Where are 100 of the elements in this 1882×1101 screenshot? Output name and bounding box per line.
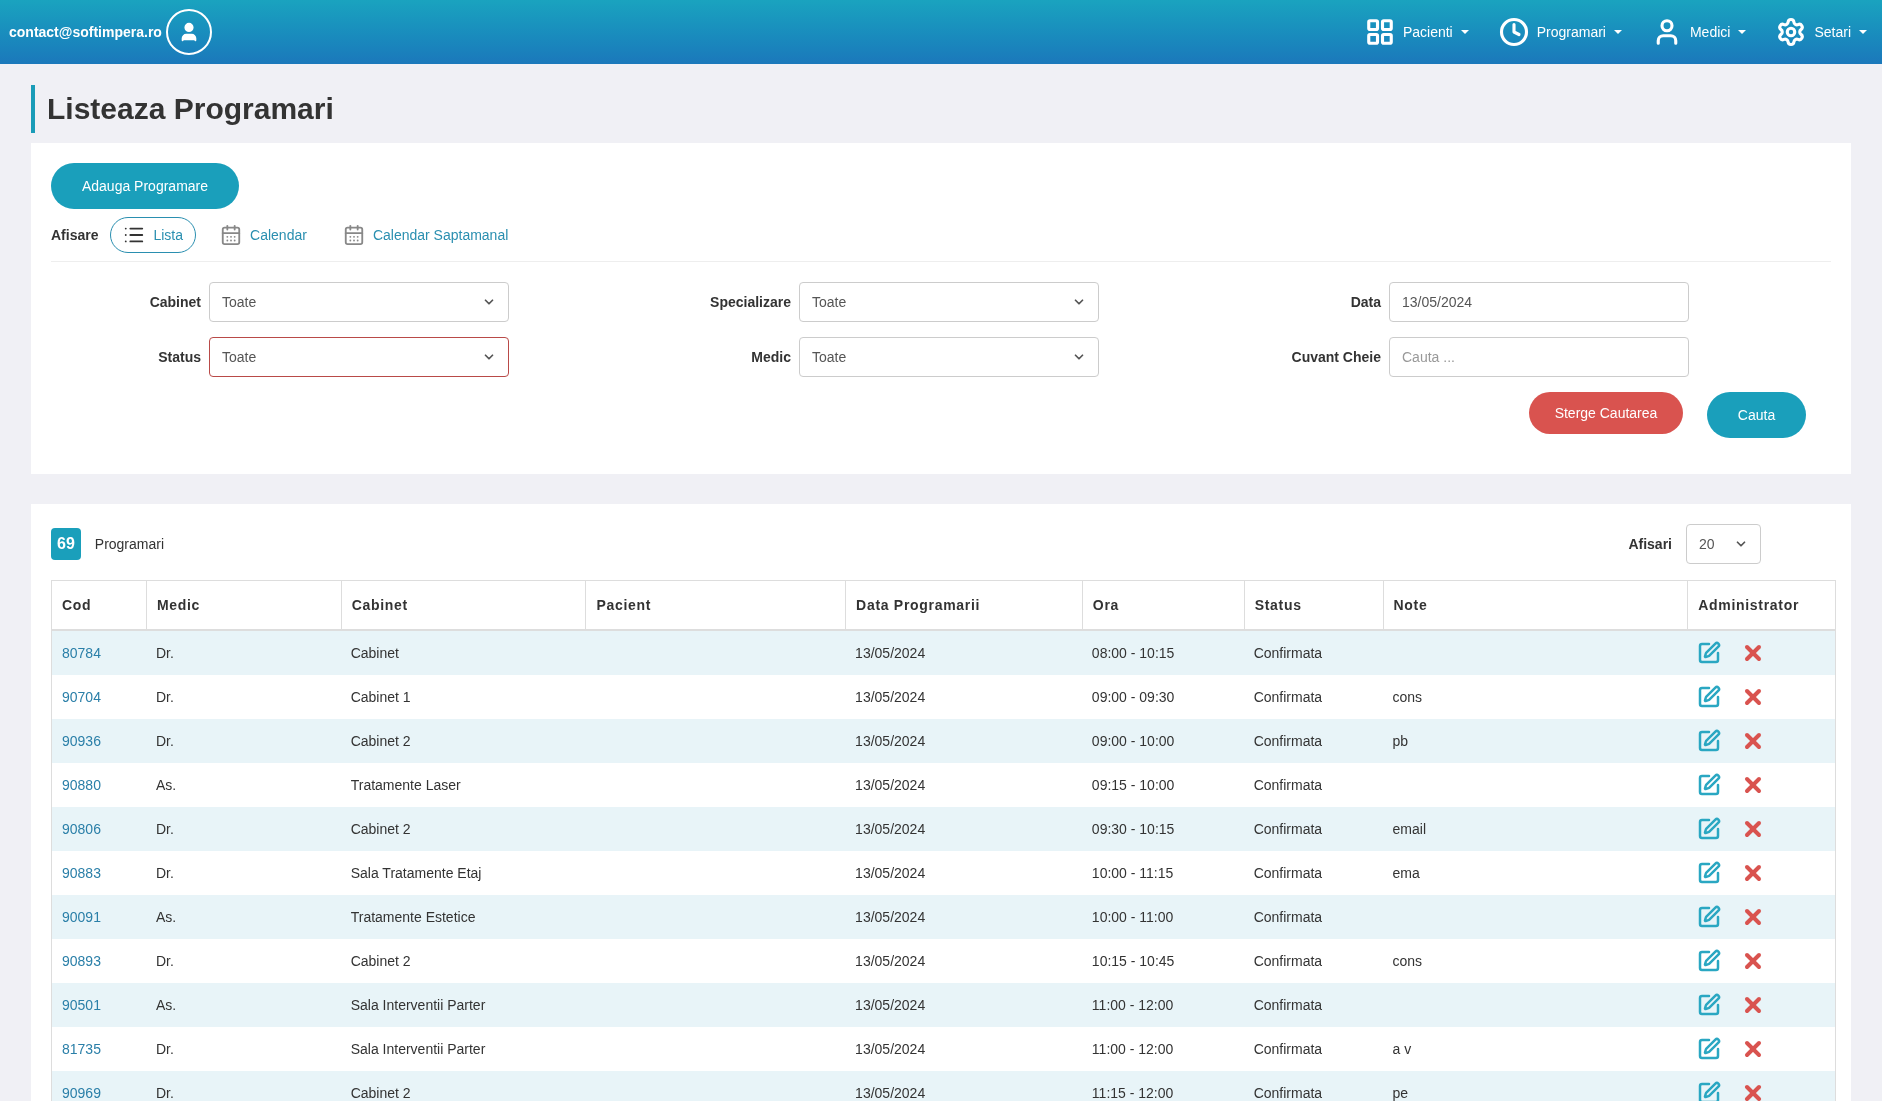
appointment-code-link[interactable]: 90880 [62,774,101,796]
table-cell-text: 13/05/2024 [855,819,926,839]
table-cell-text: Dr. [155,819,174,839]
table-cell-text: 13/05/2024 [855,951,926,971]
view-tab[interactable]: Calendar Saptamanal [330,217,521,253]
column-header: Pacient [585,581,846,629]
appointment-code-link[interactable]: 80784 [62,642,101,664]
table-cell-text: 13/05/2024 [855,775,926,795]
table-cell-text: 09:00 - 09:30 [1091,687,1175,707]
edit-icon[interactable] [1697,993,1722,1017]
table-cell-text: cons [1392,951,1423,971]
appointment-code-link[interactable]: 90704 [62,686,101,708]
page-size-select[interactable]: 20 [1686,524,1761,564]
add-button[interactable]: Adauga Programare [51,163,239,209]
appointment-code-link[interactable]: 90501 [62,994,101,1016]
table-cell-text: Confirmata [1253,775,1323,795]
table-cell-text: Confirmata [1253,687,1323,707]
edit-icon[interactable] [1697,861,1722,885]
table-cell-text: ema [1392,863,1420,883]
edit-icon[interactable] [1697,641,1722,665]
table-cell-text: Cabinet 2 [350,1083,411,1101]
table-cell-text: Confirmata [1253,1039,1323,1059]
nav-menu[interactable]: Medici [1651,17,1747,47]
nav-menu[interactable]: Programari [1498,17,1622,47]
edit-icon[interactable] [1697,817,1722,841]
table-cell-text: Confirmata [1253,819,1323,839]
results-label: Programari [94,534,165,554]
edit-icon[interactable] [1697,773,1722,797]
table-cell-text: cons [1392,687,1423,707]
field-label: Cuvant Cheie [1290,347,1381,367]
input-field[interactable]: Cauta ... [1389,337,1689,377]
appointment-code-link[interactable]: 90806 [62,818,101,840]
table-cell-text: Cabinet 2 [350,951,411,971]
table-cell-text: As. [155,907,177,927]
table-cell-text: Dr. [155,643,174,663]
column-header: Data Programarii [845,581,1082,629]
table-cell-text: Confirmata [1253,643,1323,663]
view-tab[interactable]: Calendar [208,217,319,253]
clear-search-button[interactable]: Sterge Cautarea [1529,392,1683,434]
edit-icon[interactable] [1697,949,1722,973]
input-field[interactable]: 13/05/2024 [1389,282,1689,322]
table-cell-text: 11:00 - 12:00 [1091,1039,1174,1059]
column-header: Medic [145,581,341,629]
calendar-icon [220,224,243,246]
column-header: Administrator [1687,581,1835,629]
table-cell-text: 13/05/2024 [855,687,926,707]
table-cell-text: Cabinet 2 [350,731,411,751]
column-header: Ora [1081,581,1244,629]
search-button[interactable]: Cauta [1707,392,1806,438]
table-cell-text: As. [155,775,177,795]
column-header: Status [1243,581,1383,629]
nav-menu[interactable]: Pacienti [1364,17,1469,47]
table-cell-text: pe [1392,1083,1409,1101]
appointment-code-link[interactable]: 90969 [62,1082,101,1101]
table-cell-text: Cabinet 2 [350,819,411,839]
account-email: contact@softimpera.ro [9,22,162,42]
edit-icon[interactable] [1697,685,1722,709]
settings-icon [1776,17,1807,47]
appointment-code-link[interactable]: 90091 [62,906,101,928]
table-cell-text: 11:15 - 12:00 [1091,1083,1174,1101]
clock-icon [1498,17,1529,47]
table-cell-text: Dr. [155,951,174,971]
grid-icon [1364,17,1395,47]
edit-icon[interactable] [1697,1037,1722,1061]
edit-icon[interactable] [1697,905,1722,929]
table-cell-text: Dr. [155,863,174,883]
select-field[interactable]: Toate [209,282,509,322]
avatar-icon[interactable] [165,9,212,55]
select-field[interactable]: Toate [799,282,1099,322]
edit-icon[interactable] [1697,1081,1722,1101]
select-field[interactable]: Toate [799,337,1099,377]
appointment-code-link[interactable]: 90893 [62,950,101,972]
table-cell-text: Sala Tratamente Etaj [350,863,482,883]
table-cell-text: a v [1392,1039,1412,1059]
table-cell-text: Dr. [155,1083,174,1101]
table-cell-text: Confirmata [1253,731,1323,751]
table-cell-text: 10:15 - 10:45 [1091,951,1175,971]
table-cell-text: 10:00 - 11:15 [1091,863,1174,883]
field-label: Medic [750,347,791,367]
table-cell-text: 13/05/2024 [855,863,926,883]
nav-menu[interactable]: Setari [1776,17,1867,47]
table-cell-text: 13/05/2024 [855,643,926,663]
field-label: Cabinet [148,292,201,312]
table-cell-text: 09:00 - 10:00 [1091,731,1175,751]
appointment-code-link[interactable]: 90883 [62,862,101,884]
table-cell-text: 13/05/2024 [855,731,926,751]
page-size-label: Afisari [1628,534,1672,554]
count-badge: 69 [51,528,81,560]
caret-icon [1738,30,1747,34]
edit-icon[interactable] [1697,729,1722,753]
select-field[interactable]: Toate [209,337,509,377]
table-cell-text: Sala Interventii Parter [350,1039,486,1059]
appointment-code-link[interactable]: 90936 [62,730,101,752]
appointment-code-link[interactable]: 81735 [62,1038,101,1060]
table-cell-text: 11:00 - 12:00 [1091,995,1174,1015]
view-label: Afisare [51,225,99,245]
caret-icon [1613,30,1622,34]
field-label: Status [157,347,201,367]
calendar-icon [342,224,365,246]
table-cell-text: 13/05/2024 [855,1039,926,1059]
